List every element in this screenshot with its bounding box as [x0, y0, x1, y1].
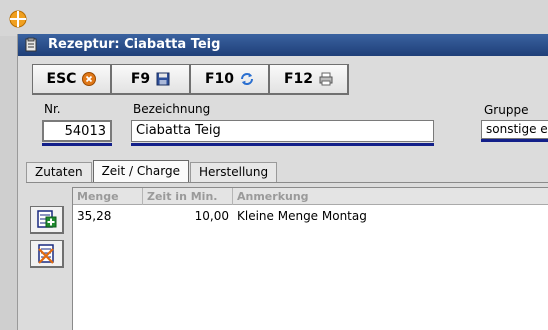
grid-header: Menge Zeit in Min. Anmerkung — [73, 188, 548, 205]
esc-button-label: ESC — [46, 71, 77, 87]
add-row-icon — [36, 209, 56, 228]
add-row-button[interactable] — [30, 206, 64, 234]
cell-anmerkung[interactable]: Kleine Menge Montag — [233, 207, 548, 226]
f12-button-label: F12 — [283, 71, 314, 87]
bezeichnung-label: Bezeichnung — [133, 102, 211, 116]
tab-zeit-charge[interactable]: Zeit / Charge — [92, 160, 189, 182]
table-row[interactable]: 35,28 10,00 Kleine Menge Montag — [73, 207, 548, 226]
tab-herstellung[interactable]: Herstellung — [189, 162, 278, 182]
delete-row-icon — [37, 243, 54, 264]
delete-row-button[interactable] — [30, 240, 64, 268]
bezeichnung-field[interactable]: Ciabatta Teig — [131, 120, 434, 142]
nr-label: Nr. — [44, 102, 61, 116]
charge-grid: Menge Zeit in Min. Anmerkung 35,28 10,00… — [72, 187, 548, 330]
f10-button-label: F10 — [204, 71, 235, 87]
f12-print-button[interactable]: F12 — [269, 64, 349, 95]
esc-button[interactable]: ESC — [32, 64, 112, 95]
cell-menge[interactable]: 35,28 — [73, 207, 143, 226]
column-header-menge[interactable]: Menge — [73, 188, 143, 205]
refresh-icon — [241, 73, 254, 85]
tab-zutaten[interactable]: Zutaten — [26, 162, 92, 182]
app-logo-icon[interactable] — [9, 10, 27, 28]
toolbar: ESC F9 F10 F12 — [32, 64, 349, 95]
recipe-window-icon — [25, 37, 37, 52]
f9-save-button[interactable]: F9 — [111, 64, 191, 95]
column-header-anmerkung[interactable]: Anmerkung — [233, 188, 548, 205]
nr-field[interactable]: 54013 — [42, 120, 112, 142]
nr-field-underline — [42, 143, 112, 146]
tab-bar-divider — [26, 182, 548, 183]
gruppe-field-underline — [481, 139, 548, 142]
column-header-zeit[interactable]: Zeit in Min. — [143, 188, 233, 205]
f9-button-label: F9 — [130, 71, 151, 87]
tab-bar: Zutaten Zeit / Charge Herstellung — [26, 160, 278, 182]
cancel-icon — [82, 72, 97, 86]
gruppe-field[interactable]: sonstige e — [481, 120, 548, 139]
bezeichnung-field-underline — [131, 143, 434, 146]
cell-zeit[interactable]: 10,00 — [143, 207, 233, 226]
recipe-window: Rezeptur: Ciabatta Teig ESC F9 F10 F12 N… — [17, 34, 548, 330]
print-icon — [319, 72, 333, 86]
desktop-top-bar — [0, 0, 548, 36]
save-icon — [156, 72, 170, 86]
gruppe-label: Gruppe — [484, 103, 529, 117]
f10-refresh-button[interactable]: F10 — [190, 64, 270, 95]
window-title: Rezeptur: Ciabatta Teig — [48, 37, 221, 52]
window-title-bar: Rezeptur: Ciabatta Teig — [18, 34, 548, 56]
